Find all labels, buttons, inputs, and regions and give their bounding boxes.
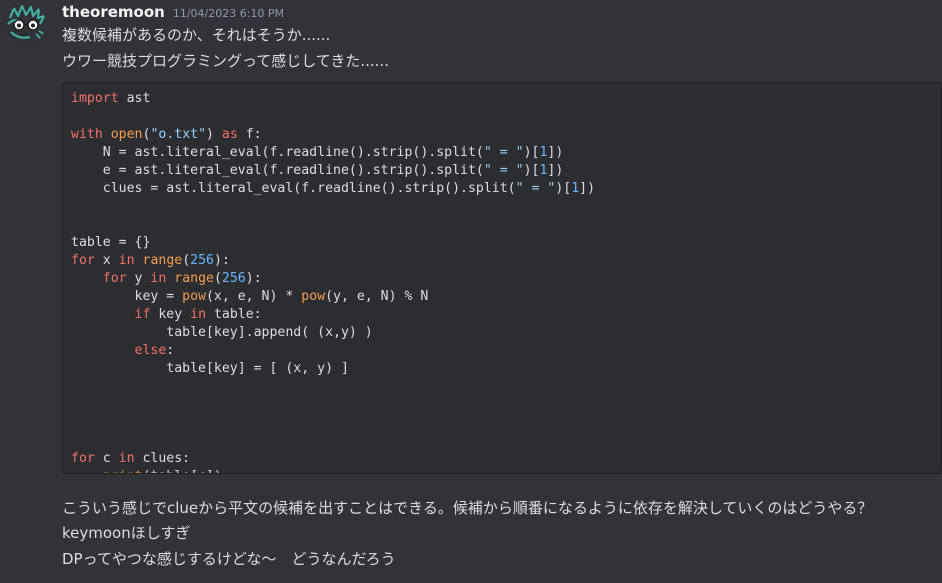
code-token: )[ <box>523 163 540 178</box>
code-token: y <box>126 271 151 286</box>
code-token: 1 <box>571 181 580 196</box>
code-line: table[key].append( (x,y) ) <box>71 324 941 342</box>
code-line: e = ast.literal_eval(f.readline().strip(… <box>71 162 941 180</box>
code-token: table[key].append( (x,y) ) <box>71 325 373 340</box>
message-header: theoremoon 11/04/2023 6:10 PM <box>62 3 284 25</box>
code-block[interactable]: import ast with open("o.txt") as f: N = … <box>62 82 942 474</box>
code-token: ]) <box>547 163 564 178</box>
code-line: else: <box>71 342 941 360</box>
code-token: range <box>174 271 214 286</box>
code-token: " = " <box>483 163 524 178</box>
code-token: for <box>71 253 95 268</box>
code-token: " = " <box>515 181 556 196</box>
code-token: )[ <box>523 145 540 160</box>
code-token: f: <box>237 127 262 142</box>
code-token: in <box>118 451 135 466</box>
code-token: : <box>166 343 175 358</box>
code-content: import ast with open("o.txt") as f: N = … <box>63 83 941 473</box>
code-token: table: <box>206 307 262 322</box>
code-line: for c in clues: <box>71 450 941 468</box>
message-text-line: ウワー競技プログラミングって感じしてきた...... <box>62 52 389 70</box>
code-line: for x in range(256): <box>71 252 941 270</box>
code-line: with open("o.txt") as f: <box>71 126 941 144</box>
code-token: (y, e, N) % N <box>325 289 429 304</box>
code-token: print <box>103 469 143 473</box>
code-token: in <box>190 307 207 322</box>
message-text-line: DPってやつな感じするけどな〜 どうなんだろう <box>62 550 396 568</box>
code-token: pow <box>182 289 206 304</box>
code-line: import ast <box>71 90 941 108</box>
code-token: for <box>71 451 95 466</box>
code-token: open <box>110 127 143 142</box>
code-line: N = ast.literal_eval(f.readline().strip(… <box>71 144 941 162</box>
code-line: clues = ast.literal_eval(f.readline().st… <box>71 180 941 198</box>
code-token: key <box>150 307 191 322</box>
code-token: in <box>150 271 167 286</box>
code-token: pow <box>301 289 326 304</box>
code-line: print(table[c]) <box>71 468 941 473</box>
code-token: c <box>94 451 119 466</box>
code-token: ( <box>213 271 222 286</box>
message-text-line: 複数候補があるのか、それはそうか...... <box>62 26 331 44</box>
code-token: " = " <box>483 145 524 160</box>
code-line: key = pow(x, e, N) * pow(y, e, N) % N <box>71 288 941 306</box>
username[interactable]: theoremoon <box>62 3 165 21</box>
code-token: in <box>118 253 135 268</box>
timestamp[interactable]: 11/04/2023 6:10 PM <box>173 7 284 20</box>
user-avatar-icon[interactable] <box>6 4 46 44</box>
code-token: x <box>94 253 119 268</box>
code-token: (table[c]) <box>142 469 221 473</box>
code-token: e = ast.literal_eval(f.readline().strip(… <box>71 163 484 178</box>
code-token: 256 <box>221 271 246 286</box>
code-token: if <box>134 307 151 322</box>
code-token: ): <box>213 253 230 268</box>
code-token: key = <box>71 289 183 304</box>
code-token: clues = ast.literal_eval(f.readline().st… <box>71 181 516 196</box>
code-token: (x, e, N) * <box>205 289 302 304</box>
code-token: N = ast.literal_eval(f.readline().strip(… <box>71 145 484 160</box>
code-token: )[ <box>555 181 572 196</box>
code-token: ast <box>118 91 151 106</box>
code-token: table = {} <box>71 235 151 250</box>
message-text-line: こういう感じでclueから平文の候補を出すことはできる。候補から順番になるように… <box>62 499 873 517</box>
code-line: table[key] = [ (x, y) ] <box>71 360 941 378</box>
code-token: "o.txt" <box>150 127 207 142</box>
code-line: for y in range(256): <box>71 270 941 288</box>
code-token: else <box>134 343 167 358</box>
code-token: range <box>142 253 183 268</box>
code-token: ) <box>206 127 222 142</box>
code-token: for <box>102 271 127 286</box>
code-line: table = {} <box>71 234 941 252</box>
code-token: table[key] = [ (x, y) ] <box>71 361 349 376</box>
chat-message: theoremoon 11/04/2023 6:10 PM 複数候補があるのか、… <box>0 0 942 583</box>
code-line: if key in table: <box>71 306 941 324</box>
code-token: ): <box>245 271 262 286</box>
code-token: ]) <box>579 181 596 196</box>
code-token: import <box>71 91 119 106</box>
code-token: with <box>71 127 103 142</box>
code-token: ]) <box>547 145 564 160</box>
code-token: as <box>221 127 238 142</box>
code-token: clues: <box>134 451 191 466</box>
code-token: ( <box>182 253 191 268</box>
message-text-line: keymoonほしすぎ <box>62 524 191 542</box>
code-token: 256 <box>190 253 214 268</box>
